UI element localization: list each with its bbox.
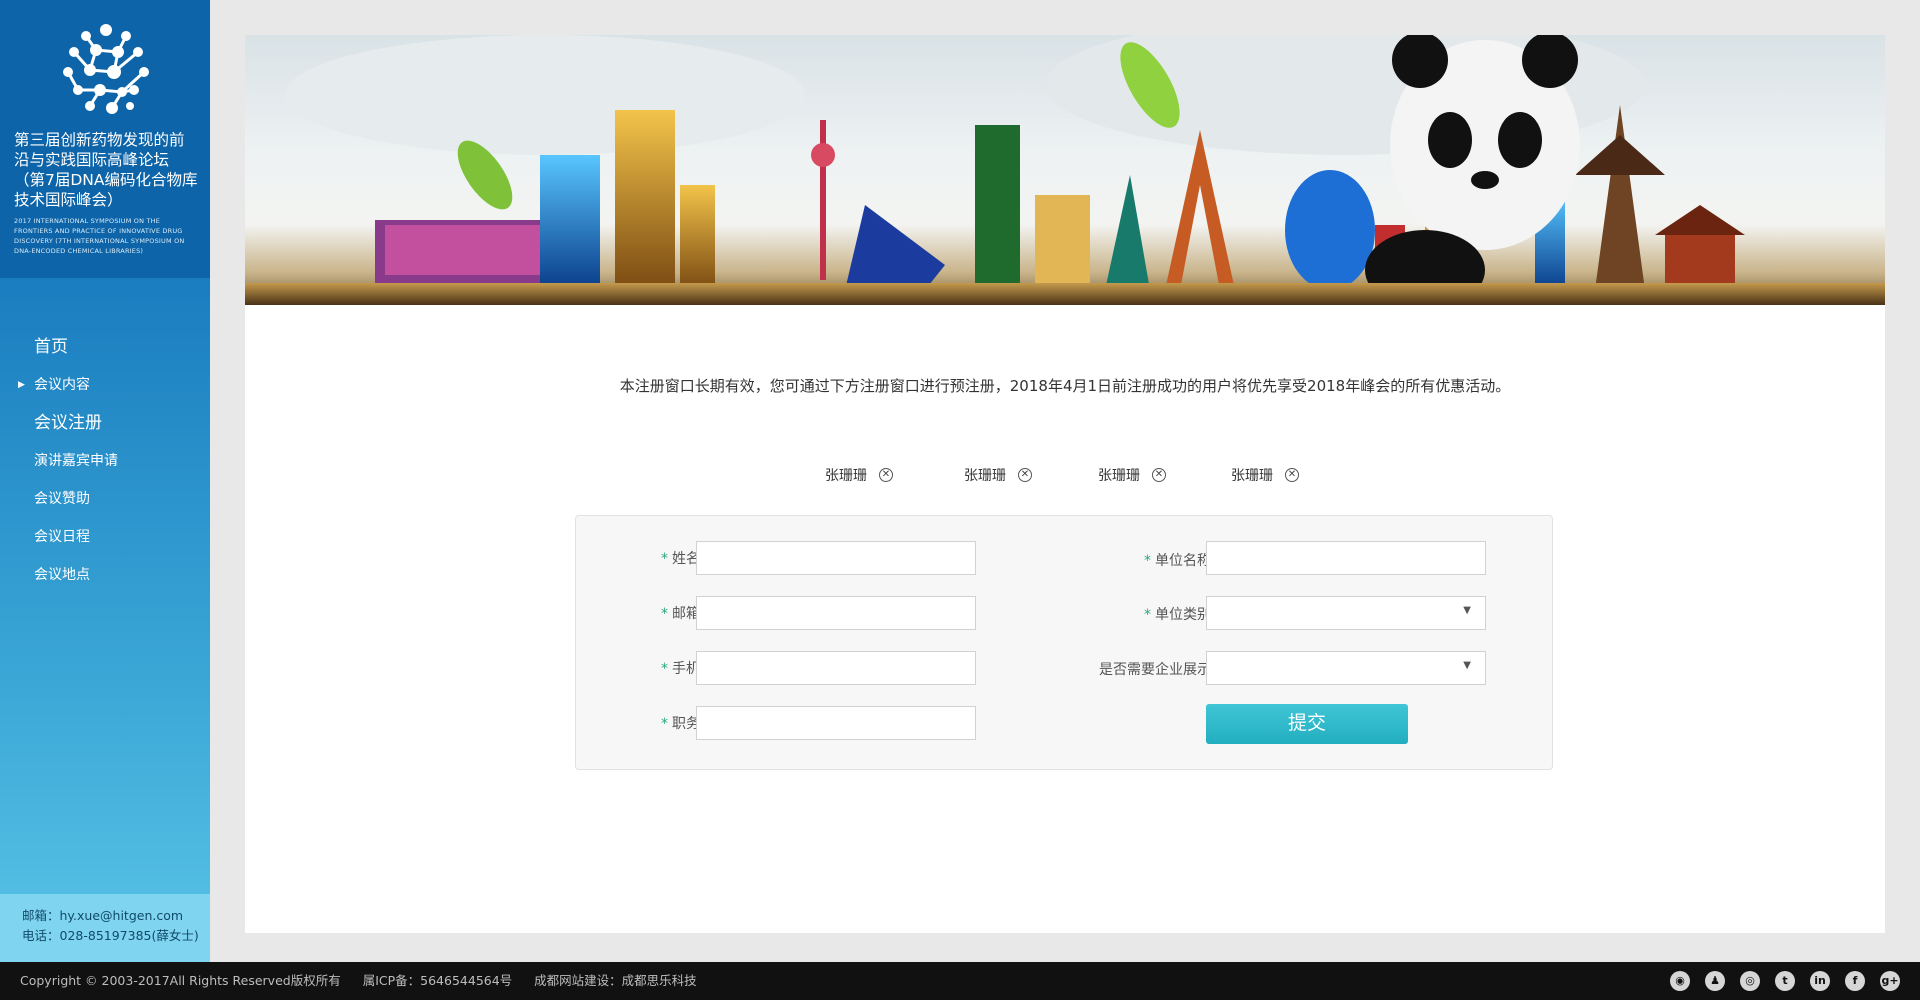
nav-item-sponsorship[interactable]: 会议赞助 [0,480,210,518]
chevron-down-icon: ▼ [1463,660,1471,671]
sidebar-header: 第三届创新药物发现的前沿与实践国际高峰论坛（第7届DNA编码化合物库技术国际峰会… [0,0,210,278]
phone-field[interactable] [696,651,976,685]
name-tag: 张珊珊 ✕ [1098,465,1166,485]
nav-item-content[interactable]: ▶ 会议内容 [0,366,210,404]
name-tag: 张珊珊 ✕ [825,465,893,485]
display-label: 是否需要企业展示 [1099,662,1211,678]
site-title: 第三届创新药物发现的前沿与实践国际高峰论坛（第7届DNA编码化合物库技术国际峰会… [14,131,198,209]
twitter-icon[interactable]: t [1775,971,1795,991]
remove-icon[interactable]: ✕ [1152,468,1166,482]
org-name-label: * 单位名称 [1144,553,1211,569]
nav-item-label: 会议地点 [34,567,90,583]
facebook-icon[interactable]: f [1845,971,1865,991]
linkedin-icon[interactable]: in [1810,971,1830,991]
nav-item-registration[interactable]: 会议注册 [0,404,210,442]
logo-icon [63,24,149,114]
footer: Copyright © 2003-2017All Rights Reserved… [0,962,1920,1000]
remove-icon[interactable]: ✕ [1285,468,1299,482]
weibo-icon[interactable]: ◎ [1740,971,1760,991]
phone-label: * 手机 [661,661,700,677]
city-skyline-illustration [245,35,1885,305]
qq-icon[interactable]: ♟ [1705,971,1725,991]
social-links: ◉ ♟ ◎ t in f g+ [1655,971,1900,991]
name-tag: 张珊珊 ✕ [964,465,1032,485]
registration-form: * 姓名 * 邮箱 * 手机 * 职务 * 单位名称 * 单位类别 ▼ 是否需要企业展示 ▼… [575,515,1553,770]
org-type-select[interactable]: ▼ [1206,596,1486,630]
registered-names: 张珊珊 ✕ 张珊珊 ✕ 张珊珊 ✕ 张珊珊 ✕ [825,465,1425,489]
position-field[interactable] [696,706,976,740]
contact-email: 邮箱：hy.xue@hitgen.com [22,908,184,923]
name-tag-label: 张珊珊 [825,468,867,484]
nav-item-label: 会议赞助 [34,491,90,507]
registration-notice: 本注册窗口长期有效，您可通过下方注册窗口进行预注册，2018年4月1日前注册成功… [619,377,1511,395]
contact-phone: 电话：028-85197385(薛女士) [22,928,199,943]
google-plus-icon[interactable]: g+ [1880,971,1900,991]
chevron-down-icon: ▼ [1463,605,1471,616]
position-label: * 职务 [661,716,700,732]
main-panel: 本注册窗口长期有效，您可通过下方注册窗口进行预注册，2018年4月1日前注册成功… [245,35,1885,933]
email-field[interactable] [696,596,976,630]
nav-item-venue[interactable]: 会议地点 [0,556,210,594]
banner-image [245,35,1885,305]
builder-text: 成都网站建设：成都思乐科技 [534,973,697,988]
nav-item-label: 演讲嘉宾申请 [34,453,118,469]
expand-arrow-icon: ▶ [18,380,25,390]
submit-button[interactable]: 提交 [1206,704,1408,744]
name-tag: 张珊珊 ✕ [1231,465,1299,485]
name-field[interactable] [696,541,976,575]
nav-item-label: 会议注册 [34,413,102,433]
copyright-text: Copyright © 2003-2017All Rights Reserved… [20,973,341,988]
display-select[interactable]: ▼ [1206,651,1486,685]
name-label: * 姓名 [661,551,700,567]
icp-text: 属ICP备：5646544564号 [362,973,513,988]
site-subtitle: 2017 INTERNATIONAL SYMPOSIUM ON THE FRON… [14,217,185,255]
name-tag-label: 张珊珊 [1231,468,1273,484]
name-tag-label: 张珊珊 [964,468,1006,484]
contact-info: 邮箱：hy.xue@hitgen.com 电话：028-85197385(薛女士… [0,894,210,962]
org-name-field[interactable] [1206,541,1486,575]
remove-icon[interactable]: ✕ [1018,468,1032,482]
remove-icon[interactable]: ✕ [879,468,893,482]
main-nav: 首页 ▶ 会议内容 会议注册 演讲嘉宾申请 会议赞助 会议日程 会议地点 [0,278,210,594]
nav-item-home[interactable]: 首页 [0,328,210,366]
nav-item-label: 会议日程 [34,529,90,545]
sidebar: 第三届创新药物发现的前沿与实践国际高峰论坛（第7届DNA编码化合物库技术国际峰会… [0,0,210,962]
wechat-icon[interactable]: ◉ [1670,971,1690,991]
name-tag-label: 张珊珊 [1098,468,1140,484]
nav-item-speaker-application[interactable]: 演讲嘉宾申请 [0,442,210,480]
nav-item-schedule[interactable]: 会议日程 [0,518,210,556]
nav-item-label: 会议内容 [34,377,90,393]
nav-item-label: 首页 [34,337,68,357]
org-type-label: * 单位类别 [1144,607,1211,623]
email-label: * 邮箱 [661,606,700,622]
